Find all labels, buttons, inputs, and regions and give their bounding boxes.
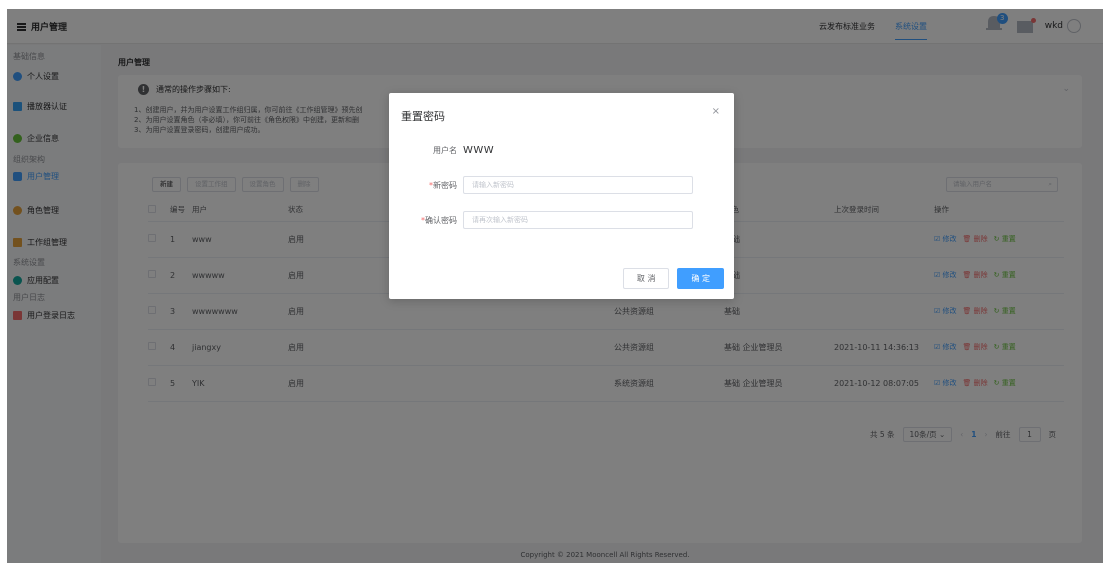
new-password-row: *新密码 请输入新密码 xyxy=(389,176,693,194)
dialog-actions: 取 消 确 定 xyxy=(622,268,724,289)
confirm-button[interactable]: 确 定 xyxy=(677,268,724,289)
confirm-password-row: *确认密码 请再次输入新密码 xyxy=(389,211,693,229)
username-value: WWW xyxy=(463,145,495,156)
dialog-title: 重置密码 xyxy=(401,110,445,123)
username-label: 用户名 xyxy=(433,146,457,155)
close-icon[interactable]: × xyxy=(712,106,720,117)
reset-password-dialog: 重置密码 × 用户名 WWW *新密码 请输入新密码 *确认密码 请再次输入新密… xyxy=(389,93,734,299)
confirm-password-field[interactable]: 请再次输入新密码 xyxy=(463,211,693,229)
confirm-password-label: *确认密码 xyxy=(421,215,457,225)
username-row: 用户名 WWW xyxy=(389,145,494,156)
new-password-label: *新密码 xyxy=(429,180,457,190)
new-password-field[interactable]: 请输入新密码 xyxy=(463,176,693,194)
cancel-button[interactable]: 取 消 xyxy=(622,268,670,289)
